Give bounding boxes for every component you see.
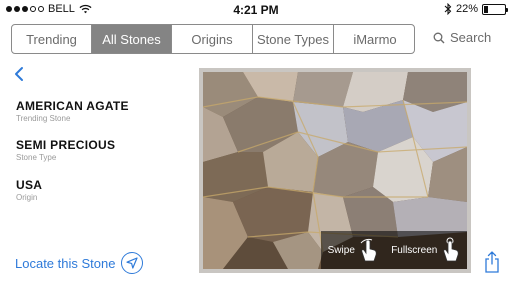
stone-type: SEMI PRECIOUS (16, 138, 116, 152)
battery-percent: 22% (455, 3, 478, 15)
hand-tap-icon (443, 237, 459, 262)
swipe-label: Swipe (327, 244, 355, 256)
location-arrow-icon (121, 252, 144, 274)
locate-label: Locate this Stone (15, 255, 116, 271)
status-right: 22% (444, 3, 508, 15)
stone-type-block: SEMI PRECIOUS Stone Type (16, 138, 115, 162)
search-label: Search (450, 30, 492, 45)
search-button[interactable]: Search (433, 30, 491, 45)
status-bar: BELL 4:21 PM 22% (0, 0, 512, 20)
bluetooth-icon (444, 3, 452, 15)
fullscreen-label: Fullscreen (391, 244, 438, 256)
battery-fill (484, 5, 489, 13)
tab-stone-types[interactable]: Stone Types (253, 25, 334, 53)
stone-name-block: AMERICAN AGATE Trending Stone (16, 99, 129, 123)
swipe-control[interactable]: Swipe (328, 237, 378, 263)
battery-icon (482, 3, 508, 15)
share-icon[interactable] (483, 250, 501, 274)
stone-origin-block: USA Origin (16, 178, 42, 202)
stone-type-caption: Stone Type (16, 153, 57, 162)
stone-image[interactable]: Swipe Fullscreen (203, 72, 467, 269)
stone-name-caption: Trending Stone (16, 114, 71, 123)
stone-origin: USA (16, 178, 43, 192)
status-time: 4:21 PM (233, 3, 279, 17)
stone-name: AMERICAN AGATE (16, 99, 129, 113)
stone-origin-caption: Origin (16, 193, 38, 202)
search-icon (433, 32, 445, 43)
tab-trending[interactable]: Trending (12, 25, 92, 53)
tab-origins[interactable]: Origins (172, 25, 253, 53)
fullscreen-control[interactable]: Fullscreen (391, 237, 460, 263)
image-controls: Swipe Fullscreen (321, 231, 467, 269)
chevron-left-icon[interactable] (13, 66, 27, 82)
stone-image-frame: Swipe Fullscreen (199, 68, 471, 273)
hand-swipe-icon (360, 238, 377, 262)
category-tabbar: Trending All Stones Origins Stone Types … (11, 24, 415, 54)
tab-all-stones[interactable]: All Stones (92, 25, 172, 53)
tab-imarmo[interactable]: iMarmo (334, 25, 414, 53)
locate-stone-button[interactable]: Locate this Stone (15, 252, 144, 274)
